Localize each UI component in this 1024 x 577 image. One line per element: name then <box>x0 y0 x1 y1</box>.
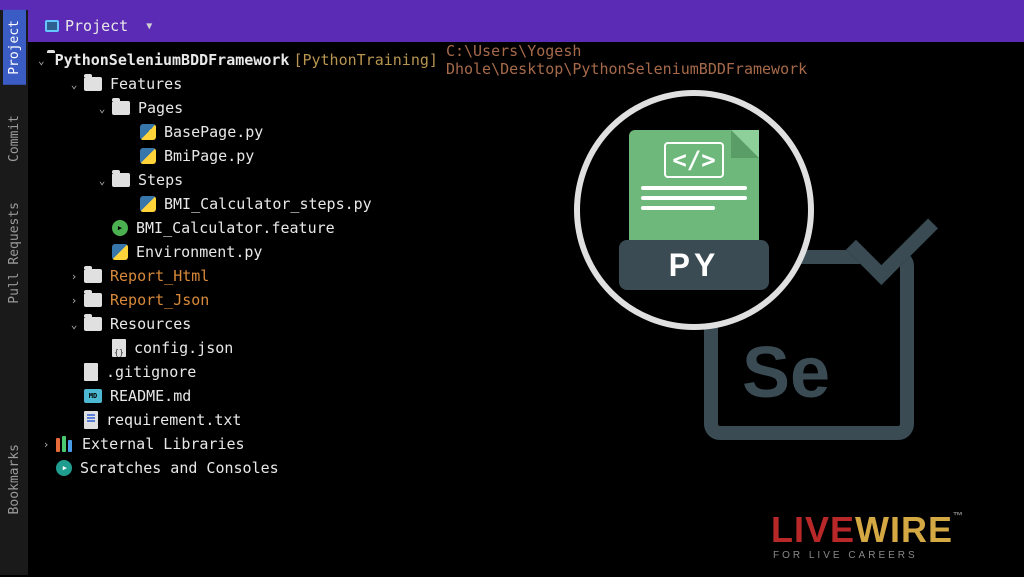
folder-icon <box>84 269 102 283</box>
python-file-icon <box>140 124 156 140</box>
chevron-right-icon[interactable]: › <box>66 294 82 307</box>
folder-icon <box>84 77 102 91</box>
tree-file-bmi-calc-feature[interactable]: BMI_Calculator.feature <box>28 216 628 240</box>
tree-folder-report-html[interactable]: › Report_Html <box>28 264 628 288</box>
file-label: BMI_Calculator_steps.py <box>164 195 372 213</box>
chevron-down-icon[interactable]: ⌄ <box>38 54 45 67</box>
folder-label: Resources <box>110 315 191 333</box>
project-root-path: C:\Users\Yogesh Dhole\Desktop\PythonSele… <box>446 42 807 78</box>
watermark-brand: LIVEWIRE™ <box>771 512 964 548</box>
folder-label: Features <box>110 75 182 93</box>
file-label: requirement.txt <box>106 411 241 429</box>
tree-folder-steps[interactable]: ⌄ Steps <box>28 168 628 192</box>
chevron-right-icon[interactable]: › <box>38 438 54 451</box>
watermark-tagline: FOR LIVE CAREERS <box>773 550 964 561</box>
file-label: BMI_Calculator.feature <box>136 219 335 237</box>
tree-scratches-consoles[interactable]: Scratches and Consoles <box>28 456 628 480</box>
watermark-tm: ™ <box>953 511 964 522</box>
folder-icon <box>84 293 102 307</box>
file-label: Environment.py <box>136 243 262 261</box>
chevron-down-icon[interactable]: ⌄ <box>94 102 110 115</box>
tree-file-gitignore[interactable]: .gitignore <box>28 360 628 384</box>
file-label: .gitignore <box>106 363 196 381</box>
folder-label: Report_Json <box>110 291 209 309</box>
sidebar-tab-project[interactable]: Project <box>3 10 26 85</box>
left-tool-window-bar: Project Commit Pull Requests Bookmarks <box>0 10 28 575</box>
folder-label: Pages <box>138 99 183 117</box>
file-label: config.json <box>134 339 233 357</box>
decorative-python-selenium-graphic: Se </> PY <box>604 120 924 440</box>
tree-file-basepage[interactable]: BasePage.py <box>28 120 628 144</box>
sidebar-tab-label: Project <box>7 20 22 75</box>
sidebar-tab-commit[interactable]: Commit <box>3 105 26 172</box>
tree-label: External Libraries <box>82 435 245 453</box>
tree-file-bmipage[interactable]: BmiPage.py <box>28 144 628 168</box>
python-file-graphic: </> PY <box>629 130 759 290</box>
sidebar-tab-label: Bookmarks <box>7 444 22 514</box>
tree-folder-resources[interactable]: ⌄ Resources <box>28 312 628 336</box>
project-window-icon <box>45 20 59 32</box>
folder-label: Report_Html <box>110 267 209 285</box>
folder-icon <box>112 173 130 187</box>
python-file-icon <box>140 148 156 164</box>
python-file-icon <box>112 244 128 260</box>
watermark-live: LIVE <box>771 509 855 550</box>
gitignore-file-icon <box>84 363 98 381</box>
python-file-icon <box>140 196 156 212</box>
file-label: BmiPage.py <box>164 147 254 165</box>
chevron-down-icon[interactable]: ▼ <box>146 21 152 32</box>
file-label: BasePage.py <box>164 123 263 141</box>
chevron-right-icon[interactable]: › <box>66 270 82 283</box>
folder-icon <box>112 101 130 115</box>
project-root-name: PythonSeleniumBDDFramework <box>55 51 290 69</box>
project-run-config: [PythonTraining] <box>293 51 438 69</box>
folder-label: Steps <box>138 171 183 189</box>
tree-external-libraries[interactable]: › External Libraries <box>28 432 628 456</box>
py-extension-label: PY <box>619 240 769 290</box>
folder-icon <box>84 317 102 331</box>
code-bracket-label: </> <box>664 142 724 178</box>
feature-file-icon <box>112 220 128 236</box>
project-tree: ⌄ PythonSeleniumBDDFramework [PythonTrai… <box>28 42 628 486</box>
chevron-down-icon[interactable]: ⌄ <box>66 318 82 331</box>
sidebar-tab-pull-requests[interactable]: Pull Requests <box>3 192 26 314</box>
tree-folder-pages[interactable]: ⌄ Pages <box>28 96 628 120</box>
json-file-icon <box>112 339 126 357</box>
tree-file-readme[interactable]: MD README.md <box>28 384 628 408</box>
tree-file-environment[interactable]: Environment.py <box>28 240 628 264</box>
markdown-file-icon: MD <box>84 389 102 403</box>
watermark-logo: LIVEWIRE™ FOR LIVE CAREERS <box>771 512 964 561</box>
file-label: README.md <box>110 387 191 405</box>
chevron-down-icon[interactable]: ⌄ <box>66 78 82 91</box>
scratch-icon <box>56 460 72 476</box>
tree-file-requirement[interactable]: requirement.txt <box>28 408 628 432</box>
tree-file-config-json[interactable]: config.json <box>28 336 628 360</box>
title-bar-strip <box>0 0 1024 10</box>
tree-label: Scratches and Consoles <box>80 459 279 477</box>
selenium-se-label: Se <box>742 332 830 414</box>
circle-frame: </> PY <box>574 90 814 330</box>
sidebar-tab-label: Commit <box>7 115 22 162</box>
library-icon <box>56 436 74 452</box>
tree-folder-report-json[interactable]: › Report_Json <box>28 288 628 312</box>
sidebar-tab-bookmarks[interactable]: Bookmarks <box>3 434 26 524</box>
text-file-icon <box>84 411 98 429</box>
sidebar-tab-label: Pull Requests <box>7 202 22 304</box>
watermark-wire: WIRE <box>855 509 953 550</box>
tree-file-bmi-calc-steps[interactable]: BMI_Calculator_steps.py <box>28 192 628 216</box>
project-header-label: Project <box>65 17 128 35</box>
chevron-down-icon[interactable]: ⌄ <box>94 174 110 187</box>
tree-root-row[interactable]: ⌄ PythonSeleniumBDDFramework [PythonTrai… <box>28 48 628 72</box>
project-toolwindow-header[interactable]: Project ▼ <box>0 10 1024 42</box>
